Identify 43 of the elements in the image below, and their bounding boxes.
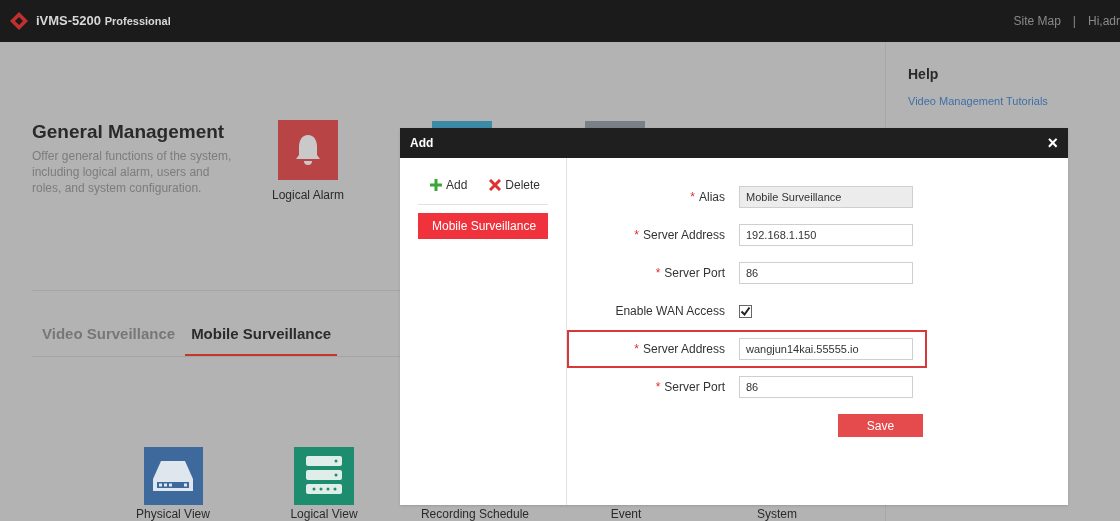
field-label: Server Address [642, 227, 725, 244]
input-field[interactable]: 86 [739, 262, 913, 284]
logo-icon [10, 12, 28, 30]
app-name: iVMS-5200 Professional [36, 12, 171, 31]
help-title: Help [908, 65, 940, 84]
cross-icon [489, 179, 502, 191]
tile-label: Logical Alarm [271, 187, 344, 204]
required-mark: * [655, 265, 661, 282]
drive-tile[interactable] [143, 446, 203, 505]
field-label: Server Port [664, 265, 725, 282]
input-field[interactable]: 86 [739, 376, 913, 398]
field-label: Server Port [664, 379, 725, 396]
plus-icon [430, 179, 442, 191]
toolbar-button[interactable]: Add [430, 176, 468, 194]
module-label: System [757, 506, 797, 521]
bell-icon [293, 133, 323, 167]
module-label: Logical View [290, 506, 358, 521]
tab[interactable]: Mobile Surveillance [185, 323, 338, 356]
save-button[interactable]: Save [838, 414, 923, 437]
list-item[interactable]: Mobile Surveillance [418, 213, 548, 239]
section-title: General Management [32, 120, 226, 144]
input-field[interactable]: wangjun14kai.55555.io [739, 338, 913, 360]
module-label: Recording Schedule [420, 506, 530, 521]
header-link[interactable]: Site Map [1013, 12, 1061, 30]
toolbar-button[interactable]: Delete [489, 176, 541, 194]
checkbox[interactable] [739, 304, 752, 318]
field-label: Server Address [642, 341, 725, 358]
drive-icon [151, 458, 195, 493]
required-mark: * [690, 189, 695, 206]
separator: | [1072, 13, 1076, 30]
bell-tile[interactable] [278, 120, 338, 180]
module-label: Event [610, 506, 642, 521]
required-mark: * [655, 379, 661, 396]
required-mark: * [634, 341, 639, 358]
close-button[interactable]: × [1047, 134, 1058, 152]
field-label: Alias [699, 189, 725, 206]
dialog-title: Add [410, 135, 434, 152]
module-label: Physical View [136, 506, 210, 521]
input-field[interactable]: 192.168.1.150 [739, 224, 913, 246]
server-tile[interactable] [294, 446, 354, 505]
required-mark: * [634, 227, 639, 244]
field-label: Enable WAN Access [615, 303, 725, 320]
user-greeting[interactable]: Hi,adr [1088, 12, 1120, 30]
